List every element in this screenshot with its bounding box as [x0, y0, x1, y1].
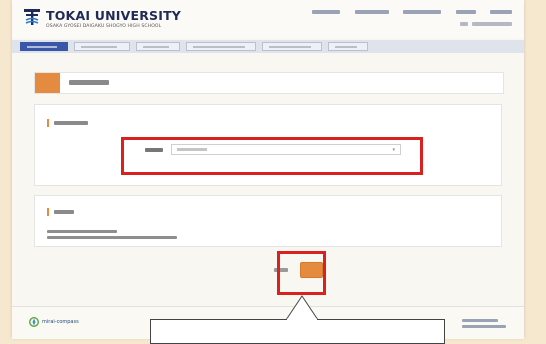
step-tab-5[interactable] — [262, 42, 322, 51]
notice-line — [47, 230, 117, 233]
step-tab-label — [81, 46, 117, 48]
select-highlight-box — [121, 137, 423, 175]
step-tab-4[interactable] — [186, 42, 256, 51]
section-header — [47, 119, 88, 127]
next-button-highlight-box — [277, 251, 326, 295]
footer-links — [462, 319, 506, 331]
step-tab-3[interactable] — [136, 42, 180, 51]
header-links — [312, 10, 512, 14]
step-tab-label — [193, 46, 245, 48]
footer-link[interactable] — [462, 325, 506, 328]
header-link[interactable] — [455, 10, 476, 14]
page-title-bar — [34, 72, 504, 94]
header-sub-links — [460, 22, 512, 26]
notice-section — [34, 195, 502, 247]
callout-box — [150, 319, 445, 344]
mirai-compass-logo[interactable]: mirai-compass — [29, 317, 79, 327]
brand-name: TOKAI UNIVERSITY — [46, 8, 182, 23]
step-tab-label — [143, 46, 169, 48]
section-marker — [47, 119, 49, 127]
header-sub-link[interactable] — [460, 22, 468, 26]
step-badge — [35, 73, 60, 93]
header-link[interactable] — [354, 10, 389, 14]
section-header — [47, 208, 74, 216]
step-navigation — [12, 40, 524, 53]
brand-subtitle: OSAKA GYOSEI DAIGAKU SHOGYO HIGH SCHOOL — [46, 24, 162, 29]
university-logo[interactable]: TOKAI UNIVERSITY OSAKA GYOSEI DAIGAKU SH… — [24, 9, 181, 29]
section-title — [54, 210, 74, 214]
site-header: TOKAI UNIVERSITY OSAKA GYOSEI DAIGAKU SH… — [12, 0, 524, 38]
notice-line — [47, 236, 177, 239]
step-tab-2[interactable] — [74, 42, 130, 51]
section-marker — [47, 208, 49, 216]
notice-text — [47, 230, 177, 242]
section-title — [54, 121, 88, 125]
header-link[interactable] — [403, 10, 441, 14]
tokai-emblem-icon — [24, 9, 40, 25]
mirai-compass-text: mirai-compass — [42, 319, 79, 325]
header-link[interactable] — [312, 10, 340, 14]
step-tab-label — [269, 46, 311, 48]
step-tab-1[interactable] — [20, 42, 68, 51]
page-title — [69, 80, 109, 85]
step-tab-label — [27, 46, 57, 48]
header-link[interactable] — [490, 10, 512, 14]
step-tab-label — [335, 46, 357, 48]
header-sub-link[interactable] — [472, 22, 512, 26]
step-tab-6[interactable] — [328, 42, 368, 51]
footer-link[interactable] — [462, 319, 498, 322]
mirai-compass-icon — [29, 317, 39, 327]
